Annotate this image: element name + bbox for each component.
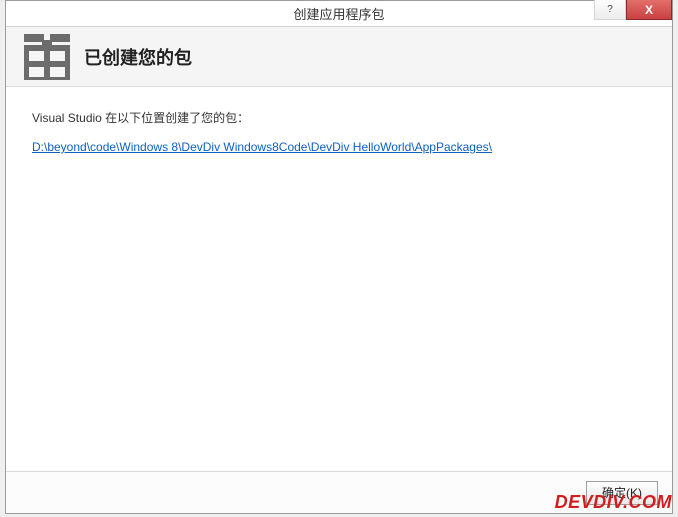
- window-buttons-group: ? X: [594, 0, 672, 20]
- help-button[interactable]: ?: [594, 0, 626, 20]
- create-package-dialog: 创建应用程序包 ? X 已创建您的包 Visual Studio 在以下位置创建…: [5, 0, 673, 514]
- titlebar: 创建应用程序包 ? X: [6, 1, 672, 27]
- ok-button[interactable]: 确定(K): [586, 481, 658, 505]
- close-button[interactable]: X: [626, 0, 672, 20]
- dialog-title: 创建应用程序包: [293, 4, 384, 23]
- dialog-footer: 确定(K): [6, 471, 672, 513]
- dialog-header-title: 已创建您的包: [84, 44, 192, 70]
- package-created-message: Visual Studio 在以下位置创建了您的包：: [32, 109, 646, 126]
- dialog-header-band: 已创建您的包: [6, 27, 672, 87]
- package-path-link[interactable]: D:\beyond\code\Windows 8\DevDiv Windows8…: [32, 140, 492, 154]
- help-icon: ?: [607, 4, 613, 15]
- package-icon: [24, 34, 70, 80]
- close-icon: X: [645, 3, 653, 17]
- dialog-content: Visual Studio 在以下位置创建了您的包： D:\beyond\cod…: [6, 87, 672, 471]
